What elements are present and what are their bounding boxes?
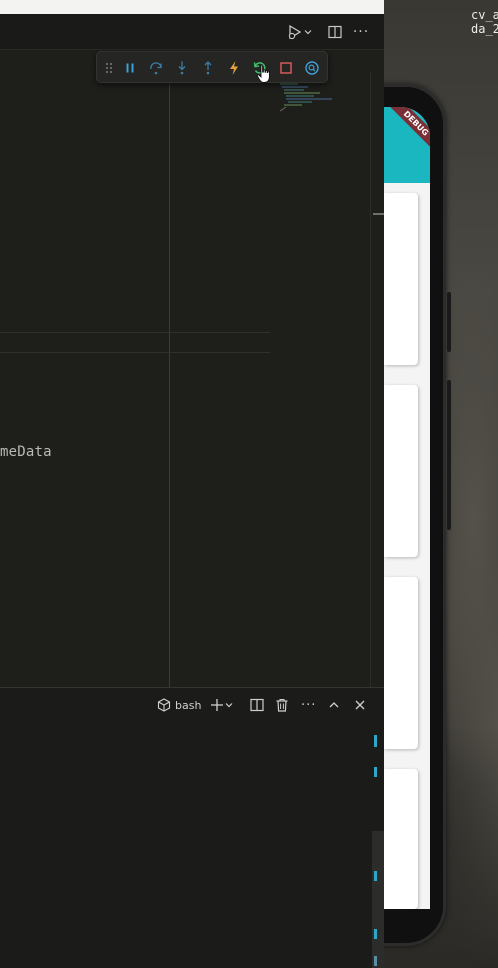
run-debug-icon	[288, 24, 302, 40]
chevron-up-icon	[329, 702, 339, 708]
split-terminal-button[interactable]	[250, 696, 264, 714]
editor-tab-bar: ···	[0, 14, 384, 50]
terminal-command-marker[interactable]	[374, 956, 377, 966]
plus-icon	[211, 699, 223, 711]
open-devtools-button[interactable]	[301, 57, 323, 79]
run-and-debug-button[interactable]	[283, 22, 317, 42]
step-into-icon	[178, 61, 186, 75]
current-line-highlight-top	[0, 332, 270, 333]
close-panel-button[interactable]	[354, 696, 366, 714]
stop-button[interactable]	[275, 57, 297, 79]
minimap[interactable]	[278, 81, 334, 117]
terminal-command-marker[interactable]	[374, 767, 377, 777]
trash-icon	[276, 698, 288, 712]
list-card[interactable]	[384, 385, 418, 557]
terminal-command-marker[interactable]	[374, 929, 377, 939]
new-terminal-button[interactable]	[210, 696, 234, 714]
emulator-volume-button[interactable]	[447, 380, 451, 530]
close-icon	[355, 700, 365, 710]
desktop-file-label[interactable]: cv_a da_2	[471, 8, 498, 36]
list-card[interactable]	[384, 193, 418, 365]
devtools-icon	[305, 61, 319, 75]
chevron-down-icon	[304, 30, 312, 35]
step-out-icon	[204, 61, 212, 75]
gripper-icon	[106, 63, 112, 73]
chevron-down-icon[interactable]	[224, 700, 234, 710]
emulator-power-button[interactable]	[447, 292, 451, 352]
vscode-window: ··· meData bash ···	[0, 0, 384, 968]
split-editor-button[interactable]	[326, 22, 344, 42]
editor-ruler	[169, 51, 170, 687]
terminal-panel: bash ···	[0, 687, 384, 968]
split-editor-icon	[328, 25, 342, 39]
pause-button[interactable]	[119, 57, 141, 79]
kill-terminal-button[interactable]	[275, 696, 289, 714]
stop-icon	[280, 62, 292, 74]
hot-reload-icon	[230, 61, 238, 75]
step-over-button[interactable]	[145, 57, 167, 79]
hand-cursor-icon	[256, 64, 270, 83]
debug-toolbar	[96, 51, 328, 83]
step-into-button[interactable]	[171, 57, 193, 79]
current-line-highlight-bottom	[0, 352, 270, 353]
editor-scrollbar[interactable]	[370, 71, 384, 687]
panel-more-actions-button[interactable]: ···	[301, 696, 316, 714]
more-actions-button[interactable]: ···	[352, 22, 370, 42]
code-line: meData	[0, 444, 52, 460]
terminal-command-marker[interactable]	[374, 735, 377, 747]
split-terminal-icon	[250, 698, 264, 712]
terminal-command-marker[interactable]	[374, 871, 377, 881]
debug-toolbar-gripper[interactable]	[102, 57, 116, 79]
maximize-panel-button[interactable]	[328, 696, 340, 714]
emulator-screen[interactable]: DEBUG	[384, 107, 430, 909]
hot-reload-button[interactable]	[223, 57, 245, 79]
scrollbar-thumb[interactable]	[373, 213, 384, 215]
list-card[interactable]	[384, 769, 418, 909]
terminal-scrollbar[interactable]	[372, 831, 384, 968]
code-editor[interactable]: meData	[0, 51, 384, 687]
terminal-shell-label: bash	[175, 698, 202, 712]
list-card[interactable]	[384, 577, 418, 749]
step-out-button[interactable]	[197, 57, 219, 79]
step-over-icon	[150, 62, 162, 75]
terminal-shell-icon	[157, 698, 171, 712]
title-bar	[0, 0, 384, 14]
pause-icon	[126, 63, 134, 73]
terminal-selector[interactable]: bash	[157, 696, 201, 714]
